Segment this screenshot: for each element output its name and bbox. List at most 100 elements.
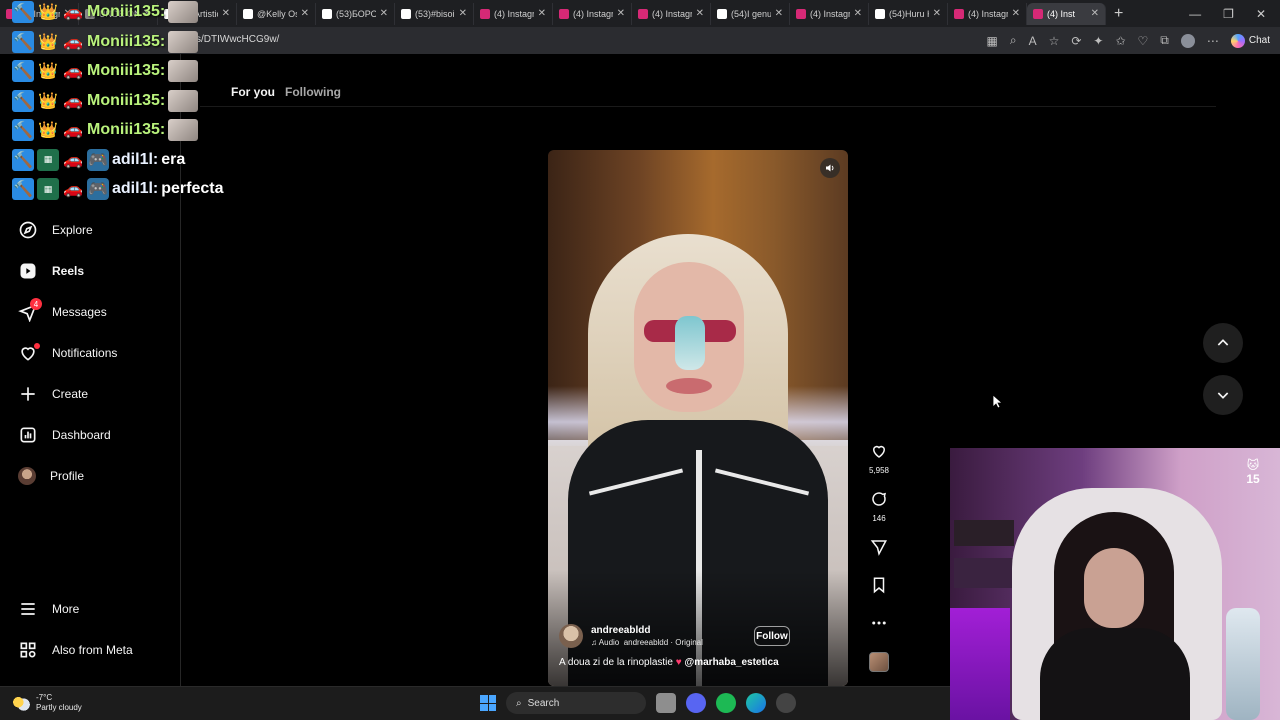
favorite-star-icon[interactable]: ☆ — [1049, 34, 1060, 48]
webcam-person-face — [1084, 548, 1144, 628]
caption-mention[interactable]: @marhaba_estetica — [684, 657, 778, 668]
collections-icon[interactable]: ⧉ — [1160, 33, 1169, 48]
instagram-favicon-icon — [954, 8, 964, 19]
sidebar-item-create[interactable]: Create — [18, 382, 88, 406]
browser-tab[interactable]: (4) Instagra ✕ — [632, 2, 711, 25]
close-window-button[interactable]: ✕ — [1256, 7, 1266, 21]
comment-action[interactable]: 146 — [866, 490, 892, 523]
close-tab-icon[interactable]: ✕ — [222, 8, 230, 19]
more-dots-icon — [872, 621, 886, 625]
next-reel-button[interactable] — [1203, 375, 1243, 415]
instagram-favicon-icon — [480, 8, 490, 19]
sidebar-item-reels[interactable]: Reels — [18, 259, 84, 283]
close-tab-icon[interactable]: ✕ — [1091, 8, 1099, 19]
sidebar-item-profile[interactable]: Profile — [18, 464, 84, 488]
audio-attribution[interactable]: ♫ Audio andreeabldd · Original — [591, 638, 703, 647]
read-aloud-icon[interactable]: A — [1029, 34, 1037, 48]
notifications-icon-wrap — [18, 343, 40, 363]
sidebar-item-label: Explore — [52, 223, 93, 237]
profile-avatar-icon[interactable] — [1180, 33, 1195, 48]
close-tab-icon[interactable]: ✕ — [538, 8, 546, 19]
meta-icon — [20, 642, 36, 658]
close-tab-icon[interactable]: ✕ — [617, 8, 625, 19]
close-tab-icon[interactable]: ✕ — [775, 8, 783, 19]
messages-badge: 4 — [30, 298, 42, 310]
favorites-icon[interactable]: ✩ — [1115, 34, 1125, 48]
spotify-icon[interactable] — [716, 693, 736, 713]
more-menu-icon[interactable]: ⋯ — [1207, 34, 1219, 48]
browser-tab[interactable]: (4) Instagra ✕ — [790, 2, 869, 25]
wrench-badge-icon: 🔨 — [12, 60, 34, 82]
wrench-badge-icon: 🔨 — [12, 89, 34, 112]
audio-thumbnail-action[interactable] — [866, 652, 892, 672]
chat-username: Moniii135: — [87, 121, 166, 138]
crown-badge-icon: 👑 — [38, 92, 58, 110]
tab-for-you[interactable]: For you — [231, 85, 275, 99]
edge-icon[interactable] — [746, 693, 766, 713]
copilot-chat-button[interactable]: Chat — [1230, 33, 1270, 48]
owner-username[interactable]: andreeabldd — [591, 625, 703, 636]
close-tab-icon[interactable]: ✕ — [854, 8, 862, 19]
sidebar-item-more[interactable]: More — [18, 597, 79, 621]
chat-line: 🔨 👑 🚗 Moniii135: — [12, 118, 199, 142]
browser-tab[interactable]: (54)I genui ✕ — [711, 2, 790, 25]
close-tab-icon[interactable]: ✕ — [933, 8, 941, 19]
close-tab-icon[interactable]: ✕ — [380, 8, 388, 19]
close-tab-icon[interactable]: ✕ — [301, 8, 309, 19]
browser-tab[interactable]: (4) Instagra ✕ — [474, 2, 553, 25]
wrench-badge-icon: 🔨 — [12, 119, 34, 141]
minimize-button[interactable]: — — [1189, 7, 1201, 21]
close-tab-icon[interactable]: ✕ — [459, 8, 467, 19]
sidebar-item-label: Profile — [50, 469, 85, 483]
previous-reel-button[interactable] — [1203, 323, 1243, 363]
health-icon[interactable]: ♡ — [1138, 34, 1149, 48]
settings-gear-icon[interactable] — [776, 693, 796, 713]
save-action[interactable] — [866, 576, 892, 599]
discord-icon[interactable] — [686, 693, 706, 713]
sidebar-item-messages[interactable]: 4 Messages — [18, 298, 107, 324]
webcam-led-lights — [950, 608, 1010, 720]
plus-icon — [21, 387, 35, 401]
browser-tab[interactable]: @Kelly Osb ✕ — [237, 2, 316, 25]
search-label: Search — [527, 697, 560, 709]
sidebar-item-label: Messages — [52, 305, 107, 319]
weather-widget[interactable]: -7°C Partly cloudy — [12, 693, 82, 713]
sidebar-item-explore[interactable]: Explore — [18, 218, 93, 242]
follow-button[interactable]: Follow — [754, 626, 790, 646]
more-options-action[interactable] — [866, 614, 892, 637]
browser-tab[interactable]: (4) Instagra ✕ — [948, 2, 1027, 25]
sidebar-item-notifications[interactable]: Notifications — [18, 341, 117, 365]
like-action[interactable]: 5,958 — [866, 442, 892, 475]
apps-icon[interactable]: ▦ — [986, 34, 997, 48]
tab-following[interactable]: Following — [285, 85, 341, 99]
refresh-icon[interactable]: ⟳ — [1071, 34, 1081, 48]
browser-tab[interactable]: (53)БОРОД ✕ — [316, 2, 395, 25]
close-tab-icon[interactable]: ✕ — [1012, 8, 1020, 19]
maximize-button[interactable]: ❐ — [1223, 7, 1234, 21]
browser-tab[interactable]: (54)Huru H ✕ — [869, 2, 948, 25]
windows-start-icon[interactable] — [480, 695, 496, 711]
zoom-icon[interactable]: ⌕ — [1010, 33, 1017, 48]
chat-line: 🔨 ▦ 🚗 🎮 adil1l: perfecta — [12, 177, 223, 201]
instagram-favicon-icon — [1033, 8, 1043, 19]
owner-avatar[interactable] — [559, 624, 583, 648]
browser-tab[interactable]: (4) Inst ✕ — [1027, 2, 1106, 25]
tab-title: @Kelly Osb — [257, 8, 297, 19]
extensions-icon[interactable]: ✦ — [1093, 34, 1103, 48]
speaker-icon — [826, 164, 834, 172]
task-view-icon[interactable] — [656, 693, 676, 713]
browser-tab[interactable]: (4) Instagra ✕ — [553, 2, 632, 25]
share-action[interactable] — [866, 538, 892, 561]
sidebar-item-also-from-meta[interactable]: Also from Meta — [18, 638, 133, 662]
url-text[interactable]: s/DTIWwcHCG9w/ — [196, 34, 279, 45]
sidebar-item-label: Also from Meta — [52, 643, 133, 657]
close-tab-icon[interactable]: ✕ — [696, 8, 704, 19]
car-badge-icon: 🚗 — [63, 92, 83, 110]
browser-tab[interactable]: (53)#bisoi # ✕ — [395, 2, 474, 25]
feed-tabs: For you Following — [231, 85, 341, 99]
new-tab-button[interactable]: + — [1106, 5, 1131, 23]
taskbar-search[interactable]: ⌕ Search — [506, 692, 646, 714]
reel-video[interactable]: andreeabldd ♫ Audio andreeabldd · Origin… — [548, 150, 848, 686]
audio-toggle-button[interactable] — [820, 158, 840, 178]
sidebar-item-dashboard[interactable]: Dashboard — [18, 423, 111, 447]
